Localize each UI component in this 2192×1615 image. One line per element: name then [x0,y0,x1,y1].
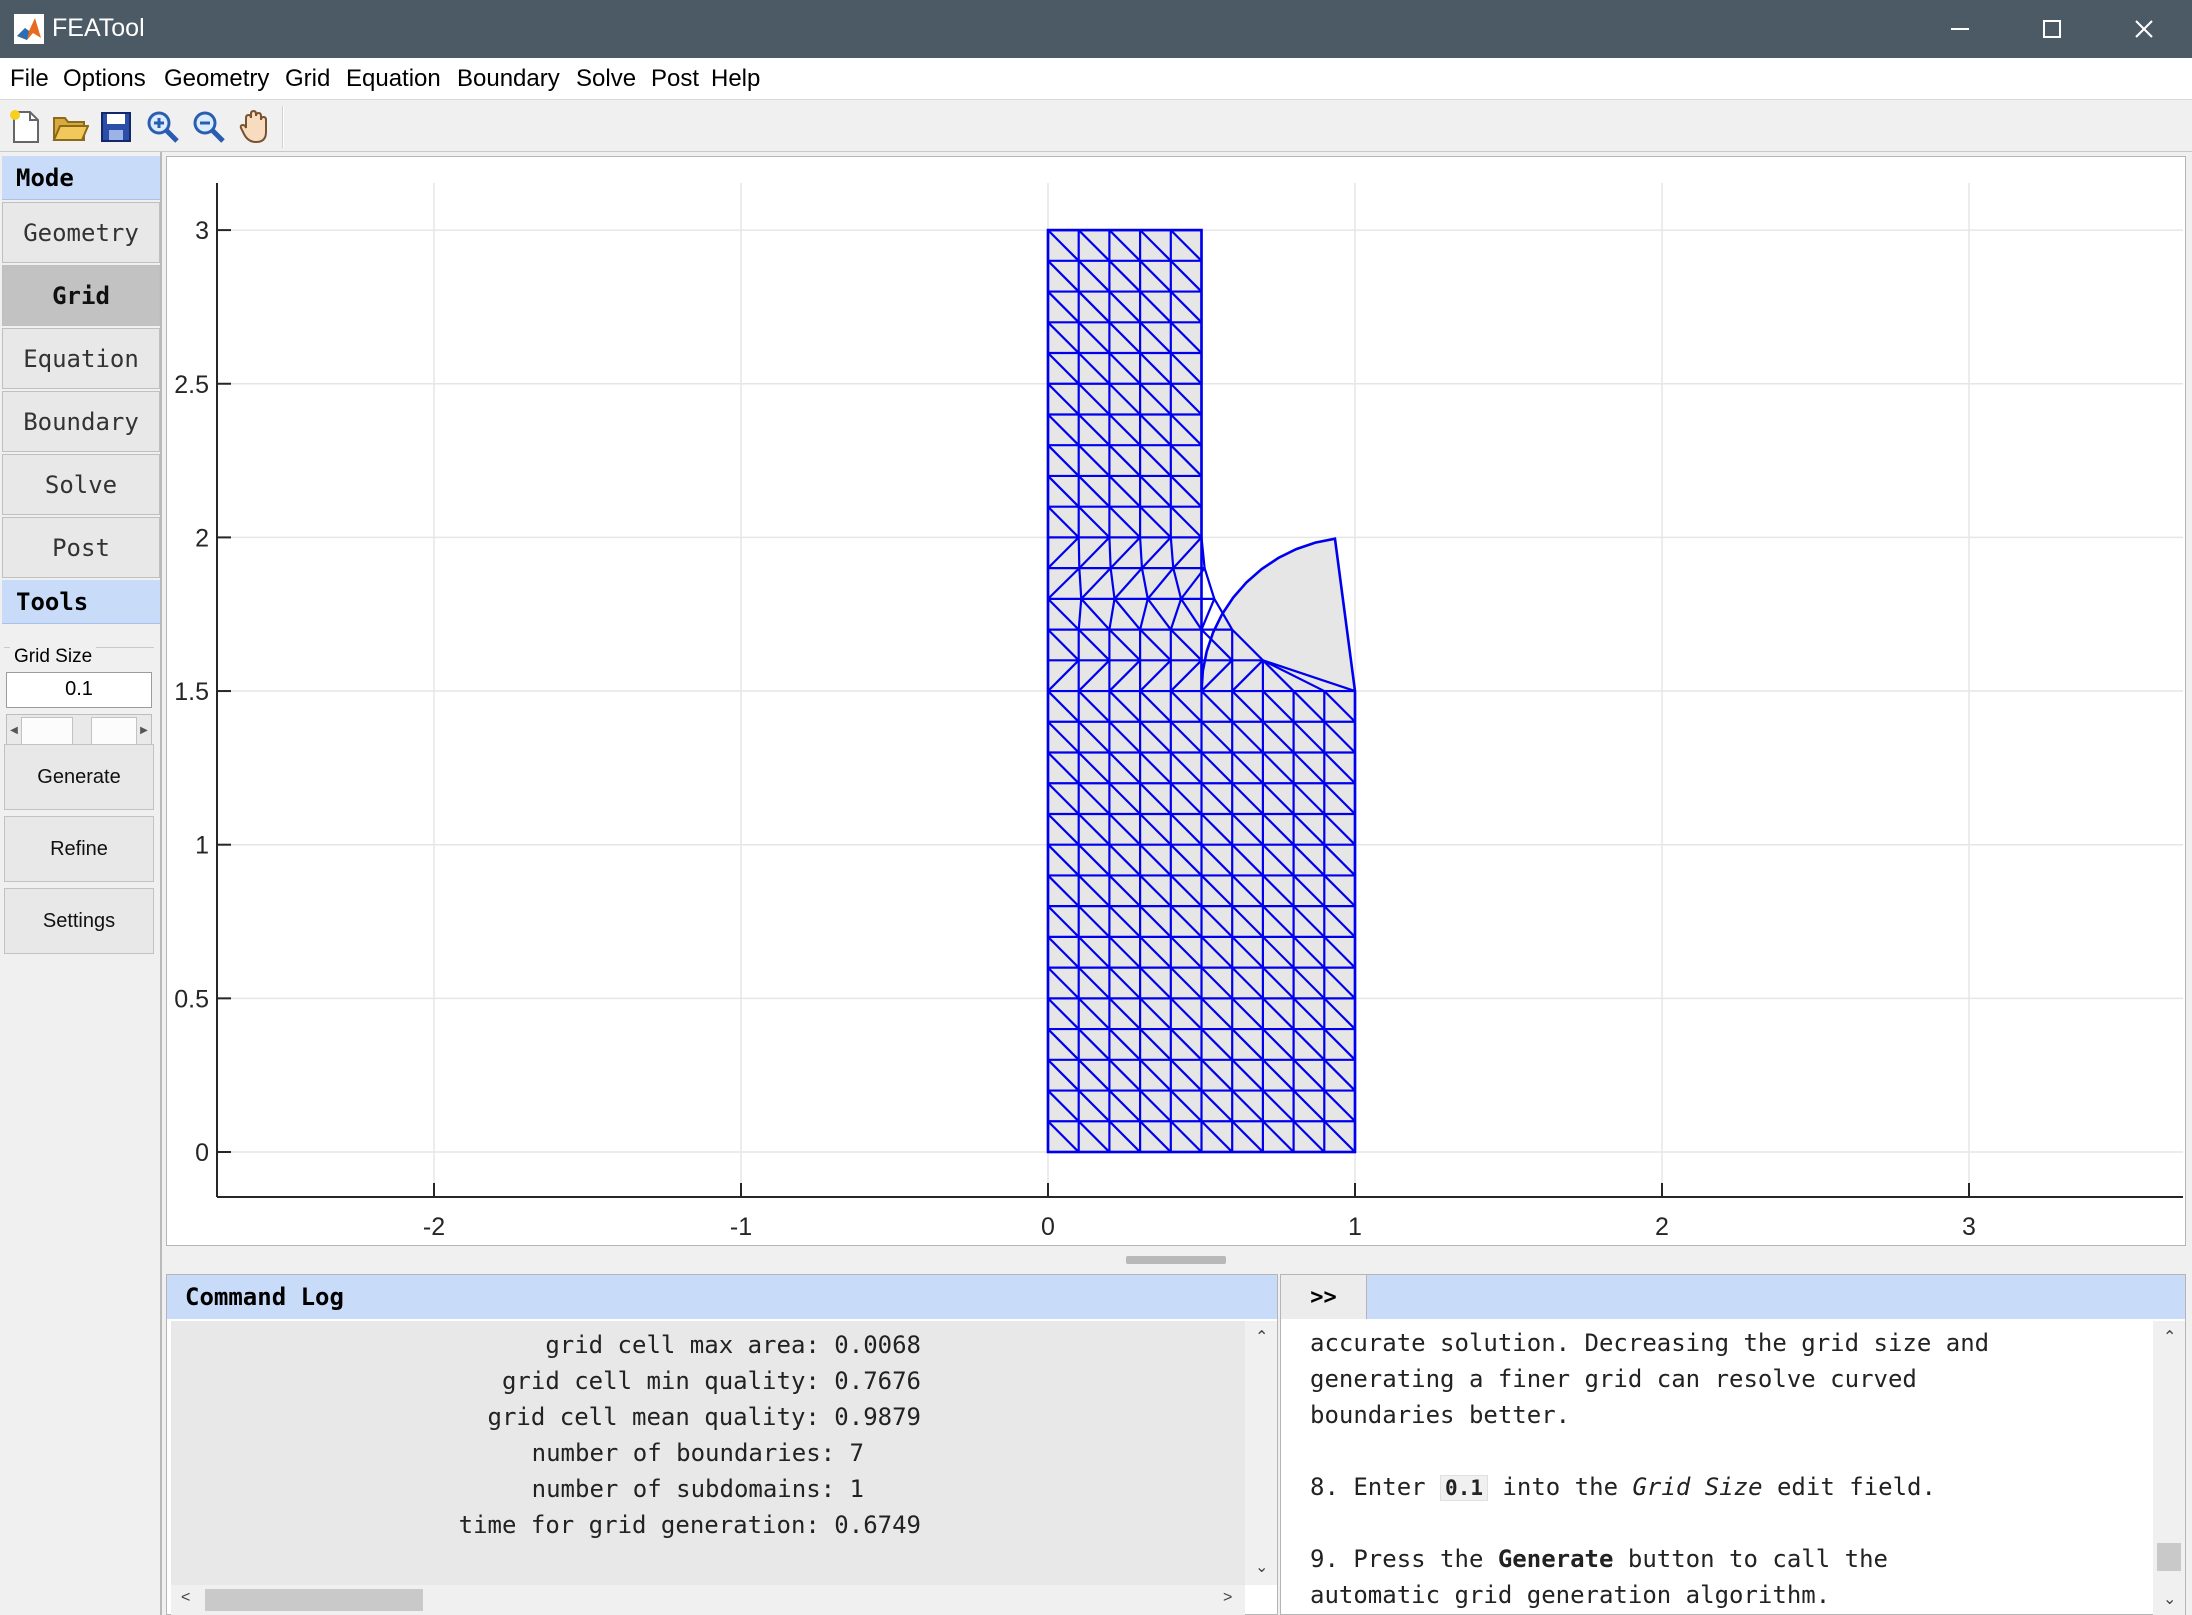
log-vertical-scrollbar[interactable]: ⌃ ⌄ [1245,1321,1277,1585]
command-log-title: Command Log [167,1275,1277,1319]
log-line: grid cell min quality: 0.7676 [501,1367,921,1395]
save-icon[interactable] [97,108,135,146]
scroll-right-icon[interactable]: > [1223,1589,1232,1607]
grid-plot[interactable]: -2 -1 0 1 2 3 0 0.5 1 1.5 2 2.5 3 [167,157,2187,1247]
help-step-9: 9. Press the Generate button to call the [1310,1545,1888,1573]
scroll-left-icon[interactable]: < [181,1589,190,1607]
tools-header: Tools [2,580,160,624]
x-tick-label: -1 [730,1213,752,1241]
slider-track-left [21,717,73,745]
y-tick-label: 1 [195,832,209,860]
help-header: >> [1281,1275,2185,1319]
log-line: time for grid generation: 0.6749 [458,1511,921,1539]
mode-equation-button[interactable]: Equation [2,328,160,389]
pan-hand-icon[interactable] [236,108,274,146]
new-file-icon[interactable] [6,108,44,146]
menu-bar: File Options Geometry Grid Equation Boun… [0,58,2192,100]
panel-splitter[interactable] [166,1248,2186,1272]
scroll-down-icon[interactable]: ⌄ [1255,1557,1268,1577]
help-text-line: boundaries better. [1310,1401,1571,1429]
help-toggle-button[interactable]: >> [1281,1275,1367,1319]
toolbar [0,100,2192,152]
x-tick-label: 1 [1348,1213,1362,1241]
help-vertical-scrollbar[interactable]: ⌃ ⌄ [2153,1321,2185,1615]
menu-equation[interactable]: Equation [346,65,441,93]
title-bar: FEATool [0,0,2192,58]
y-tick-label: 0 [195,1139,209,1167]
grid-size-input[interactable]: 0.1 [6,672,152,708]
grid-size-slider[interactable]: ◀ ▶ [6,714,152,748]
help-step-8: 8. Enter 0.1 into the Grid Size edit fie… [1310,1473,1936,1501]
x-tick-label: -2 [423,1213,445,1241]
slider-right-arrow-icon[interactable]: ▶ [137,715,151,747]
matlab-logo-icon [14,14,44,44]
mode-solve-button[interactable]: Solve [2,454,160,515]
help-code-chip: 0.1 [1440,1475,1488,1501]
window-title: FEATool [52,14,145,42]
y-tick-label: 1.5 [174,678,209,706]
grid-size-label: Grid Size [10,646,97,668]
y-tick-label: 2 [195,524,209,552]
grid-size-group: Grid Size 0.1 ◀ ▶ [4,646,154,748]
scroll-up-icon[interactable]: ⌃ [2163,1327,2176,1347]
help-scroll-thumb[interactable] [2157,1543,2181,1571]
maximize-button[interactable] [2006,0,2098,58]
mode-geometry-button[interactable]: Geometry [2,202,160,263]
slider-track-right [91,717,137,745]
log-line: number of boundaries: 7 [531,1439,864,1467]
command-log-panel: Command Log grid cell max area: 0.0068 g… [166,1274,1278,1615]
help-text-line: accurate solution. Decreasing the grid s… [1310,1329,1990,1357]
toolbar-separator [282,106,284,148]
y-tick-label: 2.5 [174,371,209,399]
x-tick-label: 2 [1655,1213,1669,1241]
open-folder-icon[interactable] [51,108,89,146]
scroll-up-icon[interactable]: ⌃ [1255,1327,1268,1347]
menu-grid[interactable]: Grid [285,65,330,93]
menu-solve[interactable]: Solve [576,65,636,93]
menu-geometry[interactable]: Geometry [164,65,269,93]
zoom-out-icon[interactable] [190,108,228,146]
settings-button[interactable]: Settings [4,888,154,954]
log-horizontal-scrollbar[interactable]: < > [171,1585,1245,1615]
y-tick-label: 0.5 [174,985,209,1013]
mode-header: Mode [2,156,160,200]
y-tick-label: 3 [195,217,209,245]
help-text-line: generating a finer grid can resolve curv… [1310,1365,1917,1393]
sidebar: Mode Geometry Grid Equation Boundary Sol… [0,152,162,1615]
mode-post-button[interactable]: Post [2,517,160,578]
zoom-in-icon[interactable] [144,108,182,146]
menu-options[interactable]: Options [63,65,146,93]
minimize-icon [1951,28,1969,30]
minimize-button[interactable] [1914,0,2006,58]
grid-plot-panel[interactable]: -2 -1 0 1 2 3 0 0.5 1 1.5 2 2.5 3 [166,156,2186,1246]
help-text-line: automatic grid generation algorithm. [1310,1581,1831,1609]
menu-boundary[interactable]: Boundary [457,65,560,93]
close-icon [2135,20,2153,38]
log-line: grid cell mean quality: 0.9879 [487,1403,921,1431]
generate-button[interactable]: Generate [4,744,154,810]
menu-help[interactable]: Help [711,65,760,93]
close-button[interactable] [2098,0,2190,58]
menu-file[interactable]: File [10,65,49,93]
x-tick-label: 3 [1962,1213,1976,1241]
menu-post[interactable]: Post [651,65,699,93]
refine-button[interactable]: Refine [4,816,154,882]
log-line: number of subdomains: 1 [531,1475,864,1503]
help-panel: >> accurate solution. Decreasing the gri… [1280,1274,2186,1615]
x-tick-label: 0 [1041,1213,1055,1241]
log-hscroll-thumb[interactable] [205,1589,423,1611]
mode-grid-button[interactable]: Grid [2,265,160,326]
command-log-body: grid cell max area: 0.0068 grid cell min… [171,1321,1245,1585]
maximize-icon [2043,20,2061,38]
slider-left-arrow-icon[interactable]: ◀ [7,715,21,747]
mode-boundary-button[interactable]: Boundary [2,391,160,452]
splitter-grip[interactable] [1126,1256,1226,1264]
log-line: grid cell max area: 0.0068 [545,1331,921,1359]
scroll-down-icon[interactable]: ⌄ [2163,1589,2176,1609]
